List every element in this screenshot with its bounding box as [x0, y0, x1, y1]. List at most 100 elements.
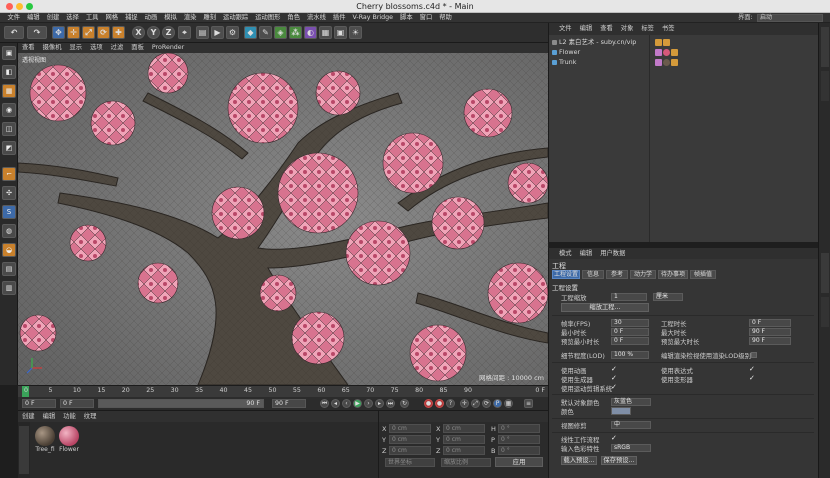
load-preset-button[interactable]: 载入预设...	[561, 456, 597, 465]
undo-icon[interactable]: ↶	[4, 26, 24, 39]
render-settings-icon[interactable]: ⚙	[226, 26, 239, 39]
menu-item[interactable]: V-Ray Bridge	[349, 13, 397, 23]
object-menu-item[interactable]: 书签	[658, 23, 679, 35]
menu-item[interactable]: 运动图形	[252, 13, 284, 23]
apply-button[interactable]: 应用	[495, 457, 543, 467]
default-color-select[interactable]: 灰蓝色	[611, 398, 651, 406]
menu-item[interactable]: 流水线	[304, 13, 330, 23]
menu-item[interactable]: 角色	[284, 13, 304, 23]
edges-mode-icon[interactable]: ◫	[2, 122, 16, 136]
dock-tab-objects[interactable]	[821, 27, 829, 67]
goto-end-icon[interactable]: ⏭	[386, 399, 395, 408]
menu-item[interactable]: 窗口	[416, 13, 436, 23]
scheme-icon[interactable]: ≡	[524, 399, 533, 408]
material-menu-item[interactable]: 纹理	[80, 411, 101, 422]
size-y-field[interactable]: 0 cm	[443, 435, 485, 444]
prev-key-icon[interactable]: ◂	[331, 399, 340, 408]
size-z-field[interactable]: 0 cm	[443, 446, 485, 455]
viewport-menu-item[interactable]: 摄像机	[39, 43, 66, 53]
object-menu-item[interactable]: 标签	[637, 23, 658, 35]
menu-item[interactable]: 文件	[4, 13, 24, 23]
live-select-icon[interactable]: ✥	[52, 26, 65, 39]
array-icon[interactable]: ⁂	[289, 26, 302, 39]
next-key-icon[interactable]: ▸	[375, 399, 384, 408]
pos-x-field[interactable]: 0 cm	[389, 424, 431, 433]
max-time-field[interactable]: 90 F	[749, 328, 791, 336]
viewport-menu-item[interactable]: ProRender	[148, 43, 188, 53]
light-icon[interactable]: ☀	[349, 26, 362, 39]
key-scale-icon[interactable]: ⤢	[471, 399, 480, 408]
fps-field[interactable]: 30	[611, 319, 649, 327]
size-x-field[interactable]: 0 cm	[443, 424, 485, 433]
texture-mode-icon[interactable]: ▦	[2, 84, 16, 98]
preview-range-slider[interactable]: 90 F	[98, 399, 264, 408]
key-param-icon[interactable]: P	[493, 399, 502, 408]
menu-item[interactable]: 捕捉	[122, 13, 142, 23]
layout-select[interactable]: 启动	[757, 14, 823, 22]
play-icon[interactable]: ▶	[353, 399, 362, 408]
tab-dynamics[interactable]: 动力学	[630, 270, 656, 279]
make-editable-icon[interactable]: ▣	[2, 46, 16, 60]
object-menu-item[interactable]: 编辑	[576, 23, 597, 35]
minimize-window-button[interactable]	[16, 3, 23, 10]
workplane-icon[interactable]: ◒	[2, 243, 16, 257]
project-scale-field[interactable]: 1	[611, 293, 647, 301]
pos-z-field[interactable]: 0 cm	[389, 446, 431, 455]
environment-icon[interactable]: ▦	[319, 26, 332, 39]
attribute-menu-item[interactable]: 编辑	[576, 248, 597, 259]
maximize-window-button[interactable]	[26, 3, 33, 10]
tab-todo[interactable]: 待办事项	[658, 270, 688, 279]
key-pla-icon[interactable]: ▦	[504, 399, 513, 408]
viewport-menu-item[interactable]: 查看	[18, 43, 39, 53]
render-region-icon[interactable]: ▤	[196, 26, 209, 39]
compositing-tag-icon[interactable]	[663, 39, 670, 46]
model-mode-icon[interactable]: ◧	[2, 65, 16, 79]
menu-item[interactable]: 运动跟踪	[220, 13, 252, 23]
current-frame-field[interactable]: 0 F	[60, 399, 94, 408]
snap-icon[interactable]: S	[2, 205, 16, 219]
color-swatch[interactable]	[611, 407, 631, 415]
key-rotation-icon[interactable]: ⟳	[482, 399, 491, 408]
subdivision-icon[interactable]: ◈	[274, 26, 287, 39]
axis-mode-icon[interactable]: ⌐	[2, 167, 16, 181]
use-animation-checkbox[interactable]: ✓	[611, 366, 617, 373]
viewport-menu-item[interactable]: 选项	[86, 43, 107, 53]
viewport-menu-item[interactable]: 显示	[65, 43, 86, 53]
tweak-icon[interactable]: ✣	[2, 186, 16, 200]
object-row-trunk[interactable]: Trunk	[549, 58, 819, 67]
dock-tab-layers[interactable]	[821, 297, 829, 327]
material-tag-icon[interactable]	[663, 59, 670, 66]
deformer-icon[interactable]: ◐	[304, 26, 317, 39]
material-flower[interactable]: Flower	[58, 426, 80, 453]
min-time-field[interactable]: 0 F	[611, 328, 649, 336]
menu-item[interactable]: 网格	[102, 13, 122, 23]
timeline-ruler[interactable]: 0 5 10 15 20 25 30 35 40 45 50 55 60 65 70 75 80 85 90 0 F	[18, 385, 548, 397]
axis-z-icon[interactable]: Z	[162, 26, 175, 39]
tab-info[interactable]: 信息	[582, 270, 604, 279]
auto-key-icon[interactable]: ●	[435, 399, 444, 408]
object-menu-item[interactable]: 对象	[617, 23, 638, 35]
phong-tag-icon[interactable]	[655, 49, 662, 56]
view-clip-select[interactable]: 中	[611, 421, 651, 429]
tab-reference[interactable]: 参考	[606, 270, 628, 279]
keyframe-selection-icon[interactable]: ?	[446, 399, 455, 408]
start-frame-field[interactable]: 0 F	[22, 399, 56, 408]
project-scale-unit[interactable]: 厘米	[653, 293, 683, 301]
menu-item[interactable]: 动画	[141, 13, 161, 23]
rot-h-field[interactable]: 0 °	[498, 424, 540, 433]
goto-start-icon[interactable]: ⏮	[320, 399, 329, 408]
axis-y-icon[interactable]: Y	[147, 26, 160, 39]
material-tag-icon[interactable]	[663, 49, 670, 56]
scale-icon[interactable]: ⤢	[82, 26, 95, 39]
menu-item[interactable]: 插件	[329, 13, 349, 23]
object-menu-item[interactable]: 文件	[555, 23, 576, 35]
prev-frame-icon[interactable]: ‹	[342, 399, 351, 408]
save-preset-button[interactable]: 保存预设...	[601, 456, 637, 465]
record-key-icon[interactable]: ●	[424, 399, 433, 408]
dock-tab-content-browser[interactable]	[821, 71, 829, 101]
material-menu-item[interactable]: 功能	[59, 411, 80, 422]
material-tree[interactable]: Tree_fi	[34, 426, 56, 453]
texture-tag-icon[interactable]	[671, 49, 678, 56]
lod-render-checkbox[interactable]	[751, 352, 757, 358]
attribute-menu-item[interactable]: 模式	[555, 248, 576, 259]
